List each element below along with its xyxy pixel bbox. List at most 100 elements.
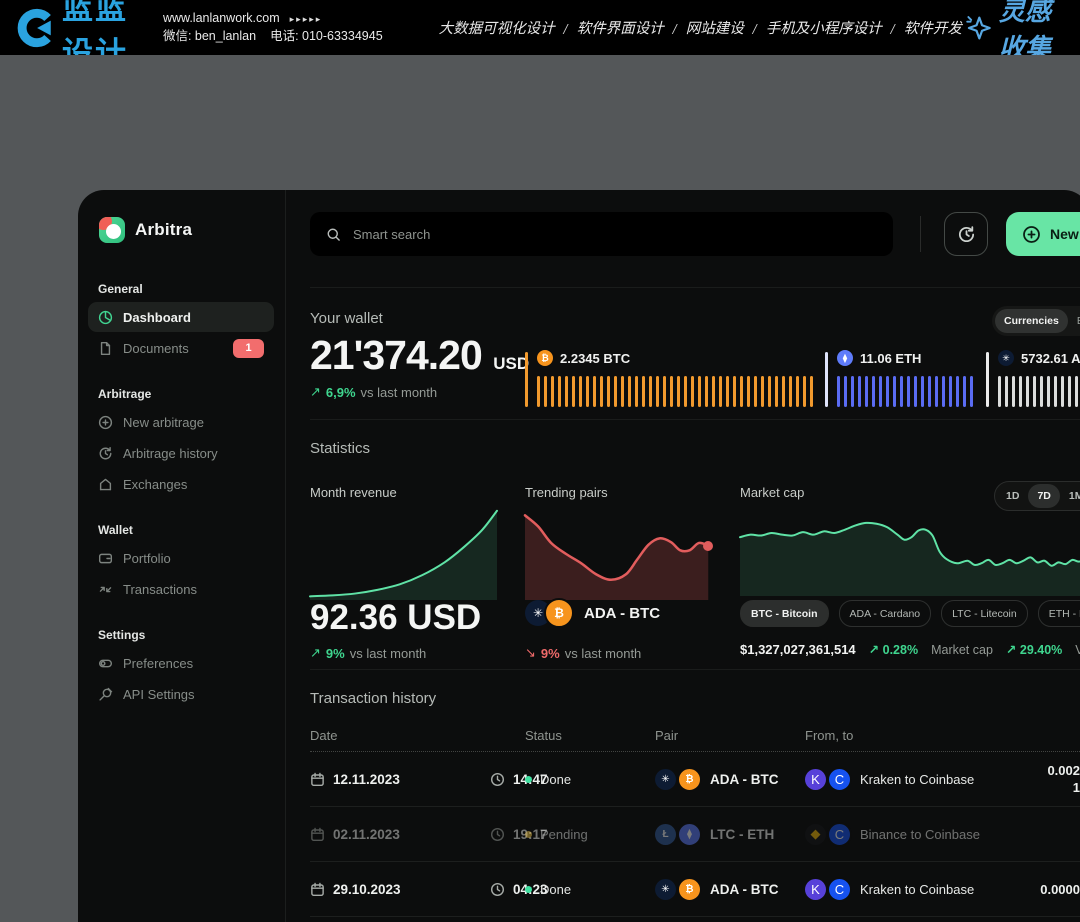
- history-button[interactable]: [944, 212, 988, 256]
- status-dot: [525, 831, 532, 838]
- market-cap-change: ↗ 0.28%: [869, 642, 918, 657]
- top-banner: 蓝蓝设计 www.lanlanwork.com▸▸▸▸▸ 微信: ben_lan…: [0, 0, 1080, 55]
- coin-chip-eth[interactable]: ETH - Ethereum: [1038, 600, 1080, 627]
- market-cap-coin-chips: BTC - Bitcoin ADA - Cardano LTC - Litecoin…: [740, 600, 1080, 627]
- banner-nav-item[interactable]: 大数据可视化设计: [439, 21, 555, 37]
- segment-marker: [825, 352, 828, 407]
- wallet-toggle-exchanges[interactable]: Exchanges: [1068, 309, 1080, 333]
- trend-up-icon: ↗: [310, 384, 321, 400]
- sidebar-item-label: Portfolio: [123, 551, 171, 566]
- trending-pairs-chart: [525, 508, 712, 600]
- search-icon: [326, 227, 341, 242]
- clock-icon: [490, 772, 505, 787]
- nav-separator: /: [891, 22, 895, 36]
- holding-amount: 5732.61 ADA: [1021, 351, 1080, 366]
- sidebar-item-transactions[interactable]: Transactions: [88, 574, 274, 604]
- banner-nav-item[interactable]: 手机及小程序设计: [766, 21, 882, 37]
- market-cap-stats: $1,327,027,361,514 ↗ 0.28% Market cap ↗ …: [740, 642, 1080, 657]
- transaction-route: ◆CBinance to Coinbase: [805, 807, 980, 861]
- sidebar-item-label: Arbitrage history: [123, 446, 218, 461]
- search-input[interactable]: [351, 226, 877, 243]
- wallet-balance-currency: USD: [493, 354, 529, 373]
- transaction-amount: 0.0021: [1047, 752, 1080, 806]
- divider: [310, 419, 1080, 420]
- sidebar-item-dashboard[interactable]: Dashboard: [88, 302, 274, 332]
- range-tab-1m[interactable]: 1M: [1060, 484, 1080, 508]
- new-arbitrage-label: New arbitrage: [1050, 226, 1080, 242]
- market-cap-title: Market cap: [740, 485, 804, 500]
- calendar-icon: [310, 772, 325, 787]
- calendar-icon: [310, 882, 325, 897]
- eth-coin-icon: ⧫: [677, 822, 702, 847]
- wallet-icon: [98, 551, 113, 566]
- toggle-icon: [98, 656, 113, 671]
- clock-icon: [490, 827, 505, 842]
- coin-chip-ada[interactable]: ADA - Cardano: [839, 600, 932, 627]
- col-header-date: Date: [310, 728, 337, 743]
- banner-nav-item[interactable]: 软件界面设计: [577, 21, 664, 37]
- wallet-section-title: Your wallet: [310, 310, 383, 327]
- sidebar-item-portfolio[interactable]: Portfolio: [88, 543, 274, 573]
- holding-segment-btc: ₿2.2345 BTC: [525, 350, 825, 407]
- sidebar-section-label: Settings: [88, 628, 274, 642]
- wallet-holdings-bar: ₿2.2345 BTC⧫11.06 ETH✳5732.61 ADA: [525, 350, 1080, 407]
- transaction-pair: Ł⧫LTC - ETH: [655, 807, 774, 861]
- coin-chip-ltc[interactable]: LTC - Litecoin: [941, 600, 1028, 627]
- wallet-toggle-currencies[interactable]: Currencies: [995, 309, 1068, 333]
- sidebar-item-label: Dashboard: [123, 310, 191, 325]
- sidebar-item-new-arbitrage[interactable]: New arbitrage: [88, 407, 274, 437]
- market-cap-change-label: Market cap: [931, 643, 993, 657]
- sidebar-item-exchanges[interactable]: Exchanges: [88, 469, 274, 499]
- coin-chip-btc[interactable]: BTC - Bitcoin: [740, 600, 829, 627]
- banner-nav-item[interactable]: 软件开发: [904, 21, 962, 37]
- banner-website[interactable]: www.lanlanwork.com: [163, 11, 280, 25]
- new-arbitrage-button[interactable]: New arbitrage: [1006, 212, 1080, 256]
- sidebar-section-label: General: [88, 282, 274, 296]
- transaction-route: KCKraken to Coinbase: [805, 752, 974, 806]
- app-brand[interactable]: Arbitra: [99, 217, 192, 243]
- sidebar-item-arbitrage-history[interactable]: Arbitrage history: [88, 438, 274, 468]
- transaction-status: Pending: [525, 807, 588, 861]
- table-row[interactable]: 12.11.202314:47Done✳₿ADA - BTCKCKraken t…: [310, 752, 1080, 807]
- segment-marker: [525, 352, 528, 407]
- market-cap-value: $1,327,027,361,514: [740, 642, 856, 657]
- transaction-date: 12.11.2023: [310, 752, 400, 806]
- btc-coin-icon: ₿: [544, 598, 574, 628]
- plug-icon: [98, 687, 113, 702]
- app-brand-name: Arbitra: [135, 220, 192, 240]
- sidebar-item-preferences[interactable]: Preferences: [88, 648, 274, 678]
- table-row[interactable]: 02.11.202319:17PendingŁ⧫LTC - ETH◆CBinan…: [310, 807, 1080, 862]
- table-row[interactable]: 29.10.202304:23Done✳₿ADA - BTCKCKraken t…: [310, 862, 1080, 917]
- col-header-pair: Pair: [655, 728, 678, 743]
- transaction-route: KCKraken to Coinbase: [805, 862, 974, 916]
- range-tab-1d[interactable]: 1D: [997, 484, 1028, 508]
- divider: [310, 287, 1080, 288]
- wallet-balance: 21'374.20 USD: [310, 332, 529, 379]
- segment-marker: [986, 352, 989, 407]
- nav-separator: /: [564, 22, 568, 36]
- status-dot: [525, 776, 532, 783]
- kraken-coin-icon: K: [805, 769, 826, 790]
- trending-pairs-change: ↘ 9% vs last month: [525, 645, 641, 661]
- sidebar-item-documents[interactable]: Documents1: [88, 333, 274, 363]
- status-dot: [525, 886, 532, 893]
- transfer-icon: [98, 582, 113, 597]
- transaction-pair: ✳₿ADA - BTC: [655, 862, 779, 916]
- banner-phone: 电话: 010-63334945: [270, 29, 383, 43]
- ltc-coin-icon: Ł: [655, 824, 676, 845]
- notification-badge: 1: [233, 339, 264, 358]
- sidebar-nav: GeneralDashboardDocuments1ArbitrageNew a…: [88, 282, 274, 710]
- app-window: Arbitra General Dashboard Documents1 Arbitr…: [78, 190, 1080, 922]
- sidebar-item-label: Preferences: [123, 656, 193, 671]
- search-bar[interactable]: [310, 212, 893, 256]
- coinbase-coin-icon: C: [827, 822, 852, 847]
- banner-nav-item[interactable]: 网站建设: [686, 21, 744, 37]
- transactions-table-body: 12.11.202314:47Done✳₿ADA - BTCKCKraken t…: [310, 752, 1080, 917]
- sidebar-item-label: New arbitrage: [123, 415, 204, 430]
- transaction-status: Done: [525, 862, 571, 916]
- range-tab-7d[interactable]: 7D: [1028, 484, 1059, 508]
- btc-coin-icon: ₿: [537, 350, 553, 366]
- pair-coin-icons: ✳₿: [525, 598, 574, 628]
- sidebar-item-api-settings[interactable]: API Settings: [88, 679, 274, 709]
- document-icon: [98, 341, 113, 356]
